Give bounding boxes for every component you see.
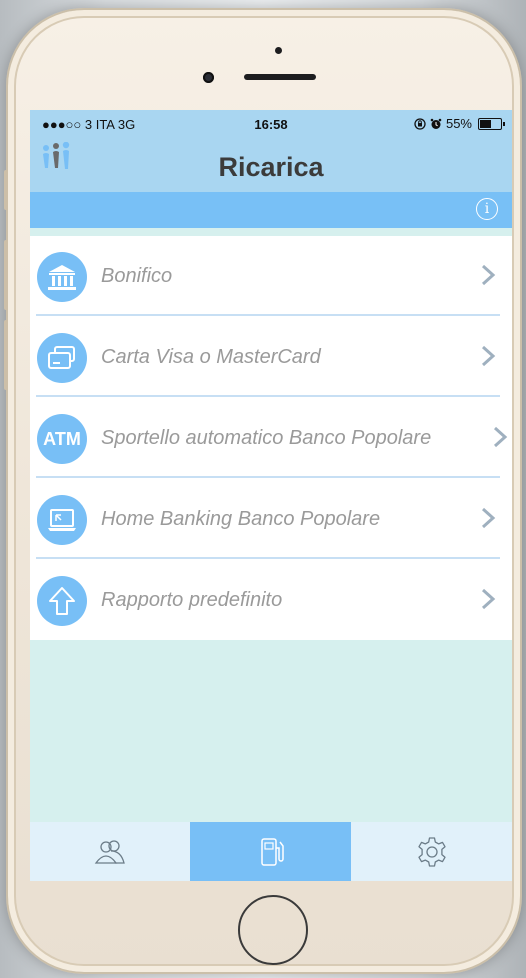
proximity-sensor [275, 47, 282, 54]
option-bonifico[interactable]: Bonifico [30, 236, 512, 316]
option-label: Home Banking Banco Popolare [101, 508, 381, 530]
option-label: Carta Visa o MasterCard [101, 346, 321, 368]
row-separator [36, 476, 500, 478]
option-carta[interactable]: Carta Visa o MasterCard [30, 317, 512, 397]
status-right: 55% [414, 116, 505, 131]
atm-icon-text: ATM [43, 428, 81, 449]
home-button[interactable] [238, 895, 308, 965]
laptop-icon [37, 495, 87, 545]
chevron-right-icon [493, 426, 508, 448]
chevron-right-icon [481, 588, 496, 610]
info-bar: i [30, 192, 512, 228]
volume-up-button [4, 240, 8, 310]
option-label: Bonifico [101, 265, 173, 287]
chevron-right-icon [481, 264, 496, 286]
rotation-lock-icon [414, 117, 426, 130]
status-bar: ●●●○○ 3 ITA 3G 16:58 55% [30, 110, 512, 138]
alarm-icon [430, 118, 442, 129]
up-arrow-icon [37, 576, 87, 626]
battery-percent: 55% [445, 116, 472, 131]
battery-icon [478, 117, 505, 130]
option-rapporto[interactable]: Rapporto predefinito [30, 560, 512, 640]
gear-icon [417, 836, 446, 867]
option-label: Rapporto predefinito [101, 589, 283, 611]
app-screen: ●●●○○ 3 ITA 3G 16:58 55% Ricarica i Boni… [30, 110, 512, 881]
mute-switch [4, 170, 8, 210]
info-icon[interactable]: i [476, 198, 498, 220]
row-separator [36, 395, 500, 397]
fuel-pump-icon [260, 837, 284, 866]
tab-contacts[interactable] [30, 822, 190, 881]
nav-bar: Ricarica [30, 138, 512, 192]
option-sportello[interactable]: ATM Sportello automatico Banco Popolare [30, 398, 512, 478]
users-icon [94, 839, 125, 864]
bank-icon [37, 252, 87, 302]
tab-bar [30, 822, 512, 881]
volume-down-button [4, 320, 8, 390]
option-home-banking[interactable]: Home Banking Banco Popolare [30, 479, 512, 559]
tab-recharge[interactable] [190, 822, 351, 881]
atm-icon: ATM [37, 414, 87, 464]
row-separator [36, 314, 500, 316]
row-separator [36, 557, 500, 559]
earpiece-speaker [244, 74, 316, 80]
credit-card-icon [37, 333, 87, 383]
recharge-options-list: Bonifico Carta Visa o MasterCard ATM Spo… [30, 236, 512, 640]
chevron-right-icon [481, 345, 496, 367]
front-camera [203, 72, 214, 83]
page-title: Ricarica [218, 152, 324, 182]
option-label: Sportello automatico Banco Popolare [101, 427, 432, 449]
chevron-right-icon [481, 507, 496, 529]
tab-settings[interactable] [351, 822, 512, 881]
